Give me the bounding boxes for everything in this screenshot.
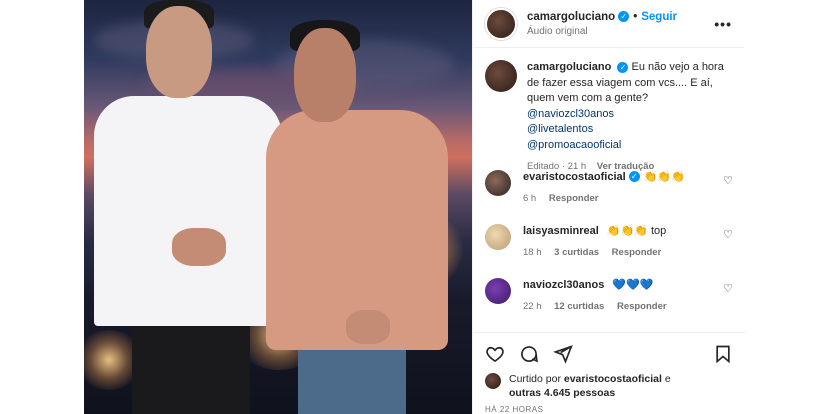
comment-like-heart-icon[interactable]: ♡ (723, 228, 733, 241)
comment-time: 18 h (523, 247, 542, 258)
caption-avatar[interactable] (485, 60, 517, 92)
mention-link[interactable]: @livetalentos (527, 123, 593, 135)
author-avatar[interactable] (485, 7, 517, 40)
comment-text: 💙💙💙 (612, 279, 654, 291)
liked-by: Curtido por evaristocostaoficial e outra… (485, 372, 671, 400)
post-caption: camargoluciano ✓ Eu não vejo a hora de f… (473, 48, 744, 175)
heart-icon[interactable] (485, 344, 505, 364)
commenter-username[interactable]: naviozcl30anos (523, 279, 604, 291)
post-header: camargoluciano ✓ • Seguir Áudio original… (473, 0, 744, 48)
commenter-avatar[interactable] (485, 278, 511, 304)
comment-text: 👏👏👏 (643, 171, 685, 183)
post-side-panel: camargoluciano ✓ • Seguir Áudio original… (472, 0, 745, 414)
liked-by-prefix: Curtido por (509, 373, 561, 385)
separator-dot: • (633, 10, 638, 23)
commenter-username[interactable]: laisyasminreal (523, 225, 599, 237)
post-timestamp[interactable]: HÁ 22 HORAS (485, 405, 543, 414)
more-icon[interactable]: ••• (714, 16, 732, 32)
reply-button[interactable]: Responder (549, 193, 599, 204)
comment-time: 22 h (523, 301, 542, 312)
comment-likes-count[interactable]: 3 curtidas (554, 247, 599, 258)
bookmark-icon[interactable] (713, 344, 733, 364)
person-left-shirt (94, 96, 282, 326)
person-right-hands (346, 310, 390, 344)
post-action-bar (473, 332, 745, 366)
liked-by-connector: e (664, 373, 671, 385)
comment-item: evaristocostaoficial ✓ 👏👏👏 6 h Responder… (473, 170, 745, 204)
person-right-face (294, 28, 356, 122)
mention-link[interactable]: @naviozcl30anos (527, 107, 732, 123)
comment-text: 👏👏👏 top (606, 225, 667, 237)
comment-like-heart-icon[interactable]: ♡ (723, 174, 733, 187)
mention-link[interactable]: @promoacaooficial (527, 138, 732, 154)
follow-button[interactable]: Seguir (641, 11, 677, 23)
commenter-username[interactable]: evaristocostaoficial (523, 171, 626, 183)
comment-icon[interactable] (519, 344, 539, 364)
commenter-avatar[interactable] (485, 170, 511, 196)
post-photo[interactable] (84, 0, 472, 414)
reply-button[interactable]: Responder (617, 301, 667, 312)
verified-icon: ✓ (618, 11, 630, 22)
liked-by-others[interactable]: outras 4.645 pessoas (509, 387, 615, 399)
verified-icon: ✓ (617, 62, 629, 73)
author-username[interactable]: camargoluciano (527, 11, 615, 23)
caption-username[interactable]: camargoluciano (527, 61, 611, 73)
comment-likes-count[interactable]: 12 curtidas (554, 301, 604, 312)
reply-button[interactable]: Responder (612, 247, 662, 258)
liked-by-user[interactable]: evaristocostaoficial (564, 373, 662, 385)
verified-icon: ✓ (628, 171, 640, 182)
comment-like-heart-icon[interactable]: ♡ (723, 282, 733, 295)
audio-label[interactable]: Áudio original (527, 26, 714, 37)
commenter-avatar[interactable] (485, 224, 511, 250)
comment-item: laisyasminreal 👏👏👏 top 18 h 3 curtidas R… (473, 224, 745, 258)
comment-item: naviozcl30anos 💙💙💙 22 h 12 curtidas Resp… (473, 278, 745, 312)
comment-time: 6 h (523, 193, 537, 204)
person-left-face (146, 6, 212, 98)
liked-by-avatar[interactable] (485, 373, 501, 389)
share-icon[interactable] (553, 344, 573, 364)
person-left-hands (172, 228, 226, 266)
